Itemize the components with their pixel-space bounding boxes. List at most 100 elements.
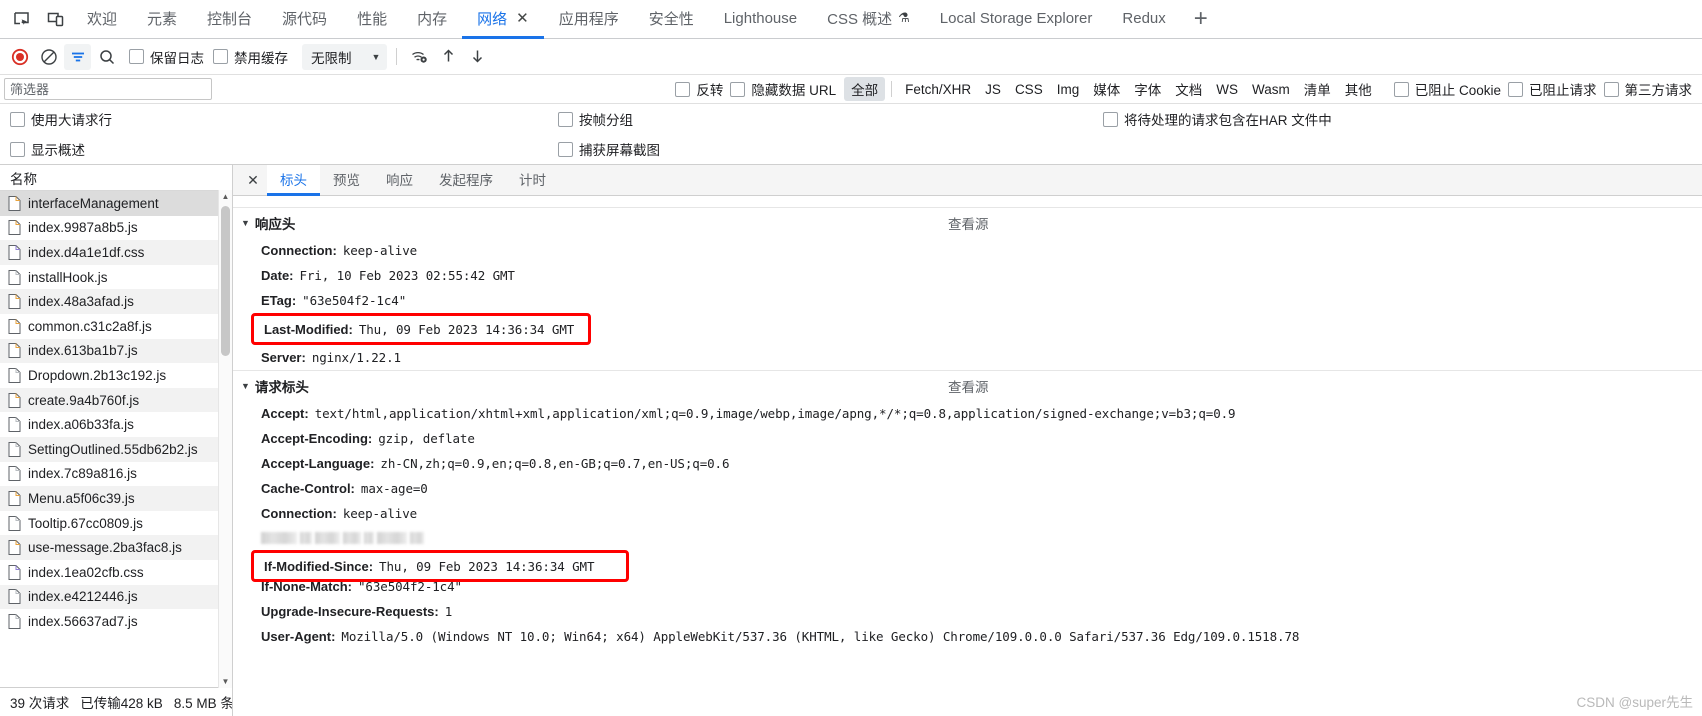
tab-console[interactable]: 控制台 bbox=[192, 0, 267, 39]
filter-input[interactable] bbox=[4, 78, 212, 100]
preserve-log-checkbox[interactable]: 保留日志 bbox=[129, 47, 204, 67]
tab-elements[interactable]: 元素 bbox=[132, 0, 192, 39]
throttling-dropdown[interactable]: 无限制 ▼ bbox=[302, 43, 388, 70]
disable-cache-checkbox[interactable]: 禁用缓存 bbox=[213, 47, 288, 67]
request-row-17[interactable]: index.56637ad7.js bbox=[0, 609, 232, 634]
filter-button[interactable] bbox=[64, 43, 91, 70]
tab-welcome[interactable]: 欢迎 bbox=[72, 0, 132, 39]
request-row-16[interactable]: index.e4212446.js bbox=[0, 584, 232, 610]
redacted-block bbox=[410, 532, 424, 544]
close-icon[interactable]: ✕ bbox=[239, 165, 267, 195]
tab-memory[interactable]: 内存 bbox=[402, 0, 462, 39]
request-list-header[interactable]: 名称 bbox=[0, 165, 232, 191]
big-request-rows-checkbox[interactable]: 使用大请求行 bbox=[10, 109, 112, 129]
header-value: Fri, 10 Feb 2023 02:55:42 GMT bbox=[299, 268, 515, 283]
network-conditions-icon[interactable] bbox=[406, 44, 433, 70]
show-overview-checkbox[interactable]: 显示概述 bbox=[10, 139, 85, 159]
tab-performance[interactable]: 性能 bbox=[342, 0, 402, 39]
group-by-frame-checkbox[interactable]: 按帧分组 bbox=[558, 109, 633, 129]
capture-screenshots-checkbox[interactable]: 捕获屏幕截图 bbox=[558, 139, 660, 159]
request-row-7[interactable]: Dropdown.2b13c192.js bbox=[0, 363, 232, 388]
close-icon[interactable]: ✕ bbox=[516, 11, 529, 26]
request-row-2[interactable]: index.d4a1e1df.css bbox=[0, 240, 232, 265]
tab-label: Lighthouse bbox=[723, 9, 798, 27]
filter-type-manifest[interactable]: 清单 bbox=[1297, 77, 1338, 101]
request-list[interactable]: interfaceManagement index.9987a8b5.js in… bbox=[0, 191, 232, 687]
tab-local-storage-explorer[interactable]: Local Storage Explorer bbox=[925, 0, 1108, 39]
column-header-name: 名称 bbox=[10, 171, 37, 187]
filter-type-fetch-xhr[interactable]: Fetch/XHR bbox=[898, 80, 978, 99]
response-headers-section-header[interactable]: ▼ 响应头 查看源 bbox=[233, 208, 1702, 238]
hide-data-urls-checkbox[interactable]: 隐藏数据 URL bbox=[730, 79, 836, 99]
header-name: Upgrade-Insecure-Requests: bbox=[261, 604, 439, 619]
search-icon[interactable] bbox=[93, 44, 120, 70]
scroll-up-arrow[interactable]: ▲ bbox=[219, 190, 232, 203]
tab-headers[interactable]: 标头 bbox=[267, 165, 320, 196]
blocked-cookies-checkbox[interactable]: 已阻止 Cookie bbox=[1393, 79, 1501, 99]
third-party-checkbox[interactable]: 第三方请求 bbox=[1603, 79, 1692, 99]
checkbox-box bbox=[1103, 111, 1118, 127]
tab-timing[interactable]: 计时 bbox=[506, 165, 559, 196]
tab-preview[interactable]: 预览 bbox=[320, 165, 373, 196]
filter-type-media[interactable]: 媒体 bbox=[1086, 77, 1127, 101]
request-row-9[interactable]: index.a06b33fa.js bbox=[0, 412, 232, 437]
filter-type-other[interactable]: 其他 bbox=[1338, 77, 1379, 101]
request-name: index.613ba1b7.js bbox=[28, 343, 138, 359]
script-icon bbox=[8, 343, 21, 359]
request-row-14[interactable]: use-message.2ba3fac8.js bbox=[0, 535, 232, 560]
filter-type-doc[interactable]: 文档 bbox=[1168, 77, 1209, 101]
tab-network[interactable]: 网络 ✕ bbox=[462, 0, 544, 39]
request-list-scrollbar[interactable]: ▲ ▼ bbox=[218, 190, 232, 688]
filter-type-all[interactable]: 全部 bbox=[844, 77, 886, 101]
request-row-6[interactable]: index.613ba1b7.js bbox=[0, 338, 232, 364]
request-row-3[interactable]: installHook.js bbox=[0, 265, 232, 290]
document-icon bbox=[8, 195, 21, 211]
script-icon bbox=[8, 392, 21, 408]
header-name: ETag: bbox=[261, 293, 297, 308]
invert-checkbox[interactable]: 反转 bbox=[675, 79, 723, 99]
tab-sources[interactable]: 源代码 bbox=[267, 0, 342, 39]
filter-type-wasm[interactable]: Wasm bbox=[1245, 80, 1297, 99]
request-row-0[interactable]: interfaceManagement bbox=[0, 191, 232, 216]
device-toolbar-icon[interactable] bbox=[38, 0, 72, 38]
tab-css-overview[interactable]: CSS 概述 ⚗ bbox=[812, 0, 925, 39]
transferred-size: 已传输428 kB bbox=[80, 696, 163, 711]
view-source-link[interactable]: 查看源 bbox=[948, 213, 989, 233]
request-row-15[interactable]: index.1ea02cfb.css bbox=[0, 560, 232, 585]
request-name: Dropdown.2b13c192.js bbox=[28, 367, 167, 383]
add-tab-icon[interactable]: + bbox=[1181, 0, 1221, 38]
request-row-8[interactable]: create.9a4b760f.js bbox=[0, 387, 232, 413]
request-name: SettingOutlined.55db62b2.js bbox=[28, 441, 198, 457]
tab-initiator[interactable]: 发起程序 bbox=[426, 165, 506, 196]
view-source-link[interactable]: 查看源 bbox=[948, 376, 989, 396]
filter-type-font[interactable]: 字体 bbox=[1127, 77, 1168, 101]
export-har-icon[interactable] bbox=[464, 44, 491, 70]
scrollbar-thumb[interactable] bbox=[221, 206, 230, 356]
filter-type-css[interactable]: CSS bbox=[1008, 80, 1050, 99]
inspect-element-icon[interactable] bbox=[4, 0, 38, 38]
request-row-11[interactable]: index.7c89a816.js bbox=[0, 462, 232, 487]
tab-security[interactable]: 安全性 bbox=[634, 0, 709, 39]
request-row-12[interactable]: Menu.a5f06c39.js bbox=[0, 486, 232, 511]
filter-type-js[interactable]: JS bbox=[978, 80, 1008, 99]
include-har-checkbox[interactable]: 将待处理的请求包含在HAR 文件中 bbox=[1103, 109, 1332, 129]
request-headers-section-header[interactable]: ▼ 请求标头 查看源 bbox=[233, 371, 1702, 401]
tab-application[interactable]: 应用程序 bbox=[544, 0, 634, 39]
record-button[interactable] bbox=[6, 44, 33, 70]
request-row-4[interactable]: index.48a3afad.js bbox=[0, 289, 232, 314]
scroll-down-arrow[interactable]: ▼ bbox=[219, 675, 232, 688]
clear-button[interactable] bbox=[35, 44, 62, 70]
request-row-5[interactable]: common.c31c2a8f.js bbox=[0, 314, 232, 339]
request-row-13[interactable]: Tooltip.67cc0809.js bbox=[0, 511, 232, 536]
headers-content[interactable]: ▼ 响应头 查看源 Connection: keep-alive Date: F… bbox=[233, 196, 1702, 716]
tab-redux[interactable]: Redux bbox=[1107, 0, 1180, 39]
request-row-1[interactable]: index.9987a8b5.js bbox=[0, 216, 232, 241]
import-har-icon[interactable] bbox=[435, 44, 462, 70]
tab-response[interactable]: 响应 bbox=[373, 165, 426, 196]
tab-lighthouse[interactable]: Lighthouse bbox=[709, 0, 812, 39]
filter-type-ws[interactable]: WS bbox=[1209, 80, 1245, 99]
filter-type-img[interactable]: Img bbox=[1050, 80, 1087, 99]
blocked-requests-checkbox[interactable]: 已阻止请求 bbox=[1508, 79, 1597, 99]
request-row-10[interactable]: SettingOutlined.55db62b2.js bbox=[0, 436, 232, 462]
network-toolbar: 保留日志 禁用缓存 无限制 ▼ bbox=[0, 39, 1702, 75]
